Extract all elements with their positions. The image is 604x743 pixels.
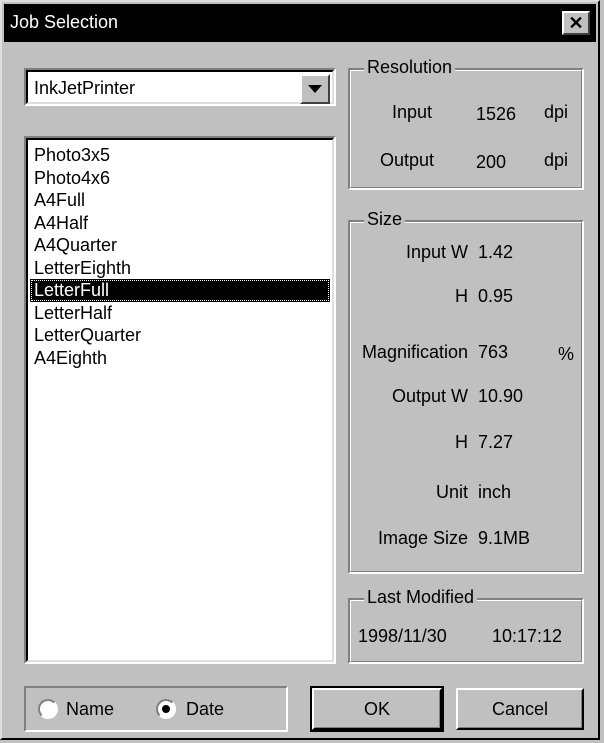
cancel-button-label: Cancel — [491, 699, 549, 719]
list-item[interactable]: A4Half — [30, 212, 330, 235]
unit-value: inch — [478, 482, 512, 502]
dropdown-arrow-icon[interactable] — [300, 74, 330, 104]
resolution-output-label: Output — [380, 150, 435, 170]
magnification-value: 763 — [478, 342, 509, 362]
list-item[interactable]: LetterFull — [30, 279, 330, 302]
window-title: Job Selection — [10, 12, 119, 32]
size-legend: Size — [364, 209, 406, 230]
size-group: Size Input W 1.42 H 0.95 Magnification 7… — [348, 209, 584, 574]
list-item[interactable]: Photo3x5 — [30, 144, 330, 167]
last-modified-time: 10:17:12 — [492, 626, 563, 646]
input-h-value: 0.95 — [478, 286, 514, 306]
resolution-input-value: 1526 — [476, 104, 517, 124]
input-w-value: 1.42 — [478, 242, 514, 262]
list-item[interactable]: A4Eighth — [30, 347, 330, 370]
printer-select[interactable]: InkJetPrinter — [24, 68, 336, 106]
last-modified-legend: Last Modified — [364, 587, 478, 608]
magnification-unit: % — [558, 344, 575, 364]
sort-name-label[interactable]: Name — [66, 699, 114, 720]
output-w-value: 10.90 — [478, 386, 524, 406]
resolution-legend: Resolution — [364, 57, 456, 78]
output-w-label: Output W — [391, 386, 468, 406]
list-item[interactable]: A4Full — [30, 189, 330, 212]
image-size-label: Image Size — [377, 528, 468, 548]
job-list[interactable]: Photo3x5 Photo4x6 A4Full A4Half A4Quarter Let… — [24, 136, 336, 664]
list-item[interactable]: LetterEighth — [30, 257, 330, 280]
sort-date-radio[interactable] — [156, 699, 176, 719]
image-size-value: 9.1MB — [478, 528, 531, 548]
job-selection-dialog: Job Selection ✕ InkJetPrinter Photo3x5 Ph… — [0, 0, 600, 740]
sort-radio-panel: Name Date — [24, 686, 288, 732]
sort-name-radio[interactable] — [38, 699, 58, 719]
input-h-label: H — [455, 286, 468, 306]
sort-date-label[interactable]: Date — [186, 699, 224, 720]
resolution-output-value: 200 — [476, 152, 507, 172]
last-modified-group: Last Modified 1998/11/30 10:17:12 — [348, 587, 584, 664]
output-h-value: 7.27 — [478, 432, 514, 452]
title-bar: Job Selection ✕ — [4, 4, 596, 42]
list-item[interactable]: LetterHalf — [30, 302, 330, 325]
job-list-items: Photo3x5 Photo4x6 A4Full A4Half A4Quarter Let… — [28, 140, 332, 369]
resolution-input-unit: dpi — [544, 102, 569, 122]
printer-select-value: InkJetPrinter — [34, 78, 136, 98]
list-item[interactable]: A4Quarter — [30, 234, 330, 257]
close-button[interactable]: ✕ — [562, 11, 590, 35]
output-h-label: H — [455, 432, 468, 452]
unit-label: Unit — [435, 482, 468, 502]
last-modified-date: 1998/11/30 — [358, 626, 447, 646]
list-item[interactable]: LetterQuarter — [30, 324, 330, 347]
cancel-button[interactable]: Cancel — [456, 688, 584, 730]
resolution-output-unit: dpi — [544, 150, 569, 170]
input-w-label: Input W — [405, 242, 468, 262]
magnification-label: Magnification — [361, 342, 468, 362]
ok-button[interactable]: OK — [310, 686, 444, 732]
list-item[interactable]: Photo4x6 — [30, 167, 330, 190]
resolution-group: Resolution Input 1526 dpi Output 200 dpi — [348, 57, 584, 190]
ok-button-label: OK — [363, 699, 390, 719]
resolution-input-label: Input — [392, 102, 433, 122]
